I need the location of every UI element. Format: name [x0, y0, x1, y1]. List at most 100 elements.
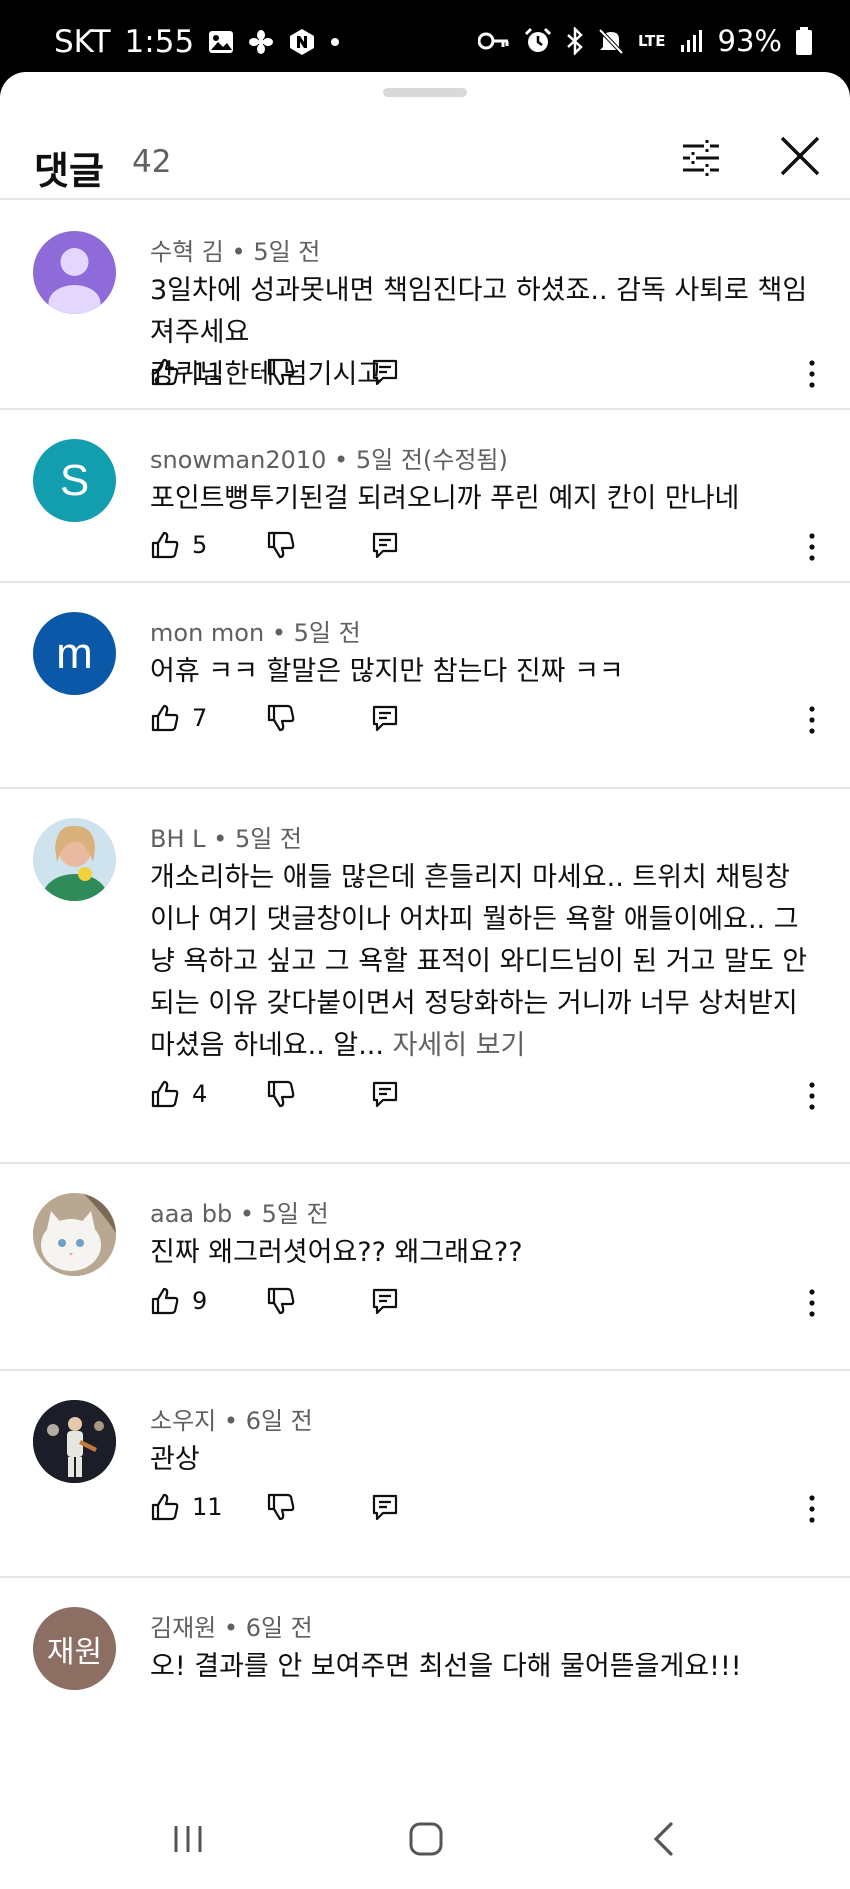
reply-button[interactable]: [370, 1079, 400, 1113]
reply-icon: [372, 1494, 398, 1521]
thumbs-down-icon: [267, 358, 295, 386]
comment-actions: 7: [150, 703, 830, 743]
avatar-letter: 재원: [46, 1635, 103, 1669]
author-name[interactable]: 김재원: [150, 1614, 216, 1642]
comment-menu-button[interactable]: [802, 532, 822, 566]
comment-list: 수혁 김 • 5일 전 3일차에 성과못내면 책임진다고 하셨죠.. 감독 사퇴…: [0, 202, 850, 1698]
avatar[interactable]: [33, 818, 116, 901]
comment-text: 진짜 왜그러셧어요?? 왜그래요??: [150, 1237, 523, 1268]
read-more-link[interactable]: 자세히 보기: [393, 1030, 526, 1061]
comment-meta: mon mon • 5일 전: [150, 613, 361, 648]
naver-icon: [290, 29, 315, 55]
close-icon: [780, 136, 820, 176]
thumbs-down-icon: [267, 1287, 295, 1315]
avatar[interactable]: 재원: [33, 1607, 116, 1690]
reply-button[interactable]: [370, 1286, 400, 1320]
comment-meta: 수혁 김 • 5일 전: [150, 232, 320, 267]
dislike-button[interactable]: [266, 357, 296, 391]
more-vertical-icon: [809, 533, 815, 561]
comment-meta: 소우지 • 6일 전: [150, 1401, 313, 1436]
comment-item: 수혁 김 • 5일 전 3일차에 성과못내면 책임진다고 하셨죠.. 감독 사퇴…: [0, 202, 850, 410]
reply-icon: [372, 532, 398, 559]
recent-apps-icon[interactable]: [172, 1824, 204, 1854]
author-name[interactable]: aaa bb: [150, 1200, 232, 1228]
avatar[interactable]: [33, 1400, 116, 1483]
close-button[interactable]: [776, 132, 824, 180]
comment-time: 5일 전: [234, 825, 303, 853]
like-button[interactable]: 9: [150, 1286, 207, 1316]
comment-text: 개소리하는 애들 많은데 흔들리지 마세요.. 트위치 채팅창이나 여기 댓글창…: [150, 857, 810, 1067]
dislike-button[interactable]: [266, 530, 296, 564]
comment-time: 6일 전: [245, 1614, 313, 1642]
author-name[interactable]: BH L: [150, 825, 206, 853]
like-count: 7: [192, 704, 208, 732]
dislike-button[interactable]: [266, 1492, 296, 1526]
like-button[interactable]: 11: [150, 1492, 223, 1522]
meta-separator: •: [239, 1200, 255, 1228]
comment-item: 소우지 • 6일 전 관상 11: [0, 1371, 850, 1578]
author-name[interactable]: 수혁 김: [150, 238, 224, 266]
dislike-button[interactable]: [266, 1286, 296, 1320]
comment-actions: 5: [150, 530, 830, 570]
reply-button[interactable]: [370, 530, 400, 564]
comment-text: 관상: [150, 1444, 200, 1475]
comment-text: 어휴 ㅋㅋ 할말은 많지만 참는다 진짜 ㅋㅋ: [150, 656, 624, 687]
clock: 1:55: [124, 24, 195, 60]
avatar-letter: m: [56, 628, 93, 678]
reply-button[interactable]: [370, 357, 400, 391]
reply-button[interactable]: [370, 1492, 400, 1526]
meta-separator: •: [231, 238, 246, 266]
bluetooth-icon: [567, 27, 583, 55]
meta-separator: •: [223, 1407, 239, 1435]
comment-menu-button[interactable]: [802, 705, 822, 739]
comments-header: 댓글 42: [0, 112, 850, 200]
sheet-drag-handle[interactable]: [383, 88, 467, 97]
comment-menu-button[interactable]: [802, 1288, 822, 1322]
avatar[interactable]: [33, 231, 116, 314]
network-type: LTE: [637, 31, 666, 50]
avatar[interactable]: m: [33, 612, 116, 695]
back-icon[interactable]: [652, 1821, 674, 1857]
fan-icon: [249, 30, 274, 54]
comment-time: 5일 전(수정됨): [355, 446, 508, 474]
dislike-button[interactable]: [266, 1079, 296, 1113]
comment-count: 42: [132, 144, 172, 180]
like-count: 5: [192, 531, 208, 559]
comment-menu-button[interactable]: [802, 359, 822, 393]
author-name[interactable]: snowman2010: [150, 446, 326, 474]
comment-text: 오! 결과를 안 보여주면 최선을 다해 물어뜯을게요!!!: [150, 1651, 742, 1682]
comment-menu-button[interactable]: [802, 1081, 822, 1115]
comment-item: S snowman2010 • 5일 전(수정됨) 포인트뻥투기된걸 되려오니까…: [0, 410, 850, 583]
comment-actions: 4: [150, 1079, 830, 1119]
avatar[interactable]: S: [33, 439, 116, 522]
reply-icon: [372, 1288, 398, 1315]
thumbs-down-icon: [267, 704, 295, 732]
home-icon[interactable]: [409, 1822, 443, 1856]
comment-meta: 김재원 • 6일 전: [150, 1608, 313, 1643]
comment-item: m mon mon • 5일 전 어휴 ㅋㅋ 할말은 많지만 참는다 진짜 ㅋㅋ…: [0, 583, 850, 789]
comment-time: 5일 전: [253, 238, 321, 266]
like-button[interactable]: 5: [150, 530, 207, 560]
author-name[interactable]: 소우지: [150, 1407, 216, 1435]
thumbs-up-icon: [151, 1080, 179, 1108]
comment-text: 포인트뻥투기된걸 되려오니까 푸린 예지 칸이 만나네: [150, 483, 740, 514]
sort-filter-button[interactable]: [677, 134, 725, 182]
comment-actions: 9: [150, 1286, 830, 1326]
dislike-button[interactable]: [266, 703, 296, 737]
comment-item: BH L • 5일 전 개소리하는 애들 많은데 흔들리지 마세요.. 트위치 …: [0, 789, 850, 1164]
reply-button[interactable]: [370, 703, 400, 737]
more-vertical-icon: [809, 706, 815, 734]
comment-menu-button[interactable]: [802, 1494, 822, 1528]
key-icon: [477, 32, 509, 50]
comment-time: 5일 전: [293, 619, 361, 647]
sliders-icon: [683, 140, 719, 176]
like-button[interactable]: 7: [150, 703, 207, 733]
meta-separator: •: [271, 619, 286, 647]
like-button[interactable]: 11: [150, 357, 223, 387]
like-button[interactable]: 4: [150, 1079, 207, 1109]
signal-icon: [680, 30, 702, 52]
author-name[interactable]: mon mon: [150, 619, 264, 647]
avatar[interactable]: [33, 1193, 116, 1276]
default-user-icon: [48, 248, 101, 314]
comments-title: 댓글: [34, 149, 104, 193]
